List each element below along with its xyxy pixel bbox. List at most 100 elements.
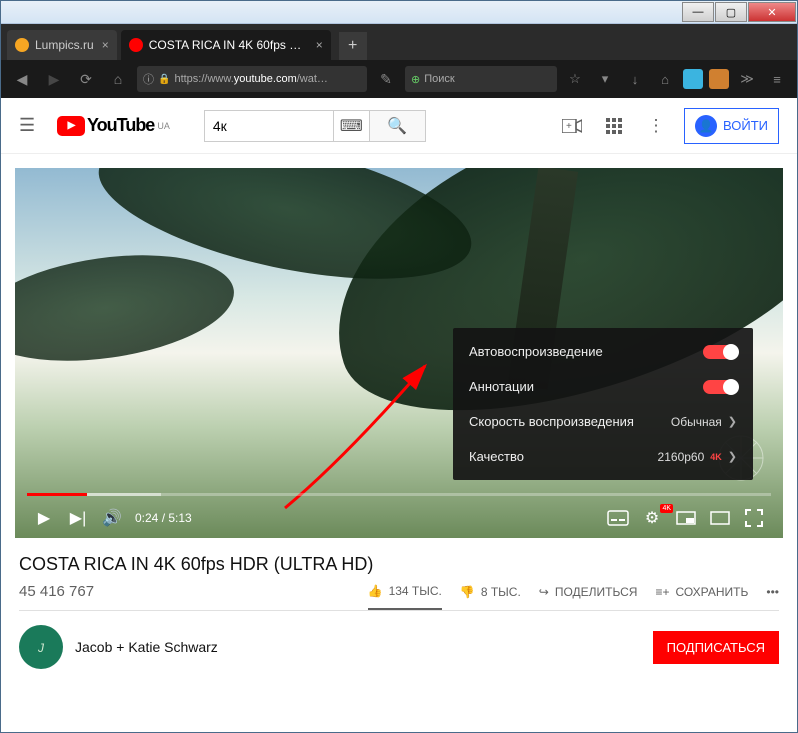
subtitles-button[interactable] [601, 510, 635, 526]
chevron-right-icon: ❯ [728, 415, 737, 428]
theater-mode-button[interactable] [703, 511, 737, 525]
quality-row[interactable]: Качество 2160p60 4K ❯ [453, 439, 753, 474]
signin-button[interactable]: 👤 ВОЙТИ [684, 108, 779, 144]
home-button[interactable]: ⌂ [105, 66, 131, 92]
window-titlebar: — ▢ ✕ [1, 1, 797, 24]
reload-button[interactable]: ⟳ [73, 66, 99, 92]
youtube-search-input[interactable] [204, 110, 334, 142]
save-label: СОХРАНИТЬ [675, 585, 748, 599]
annotations-toggle-row[interactable]: Аннотации [453, 369, 753, 404]
url-domain: youtube.com [234, 73, 297, 85]
new-tab-button[interactable]: + [339, 32, 367, 60]
autoplay-toggle-row[interactable]: Автовоспроизведение [453, 334, 753, 369]
menu-button[interactable]: ≡ [765, 67, 789, 91]
home-icon[interactable]: ⌂ [653, 67, 677, 91]
create-video-button[interactable]: + [558, 119, 586, 133]
fullscreen-button[interactable] [737, 509, 771, 527]
dislike-count: 8 ТЫС. [481, 585, 521, 599]
search-button[interactable]: 🔍 [370, 110, 426, 142]
next-button[interactable]: ▶| [61, 508, 95, 528]
play-button[interactable]: ▶ [27, 508, 61, 528]
hamburger-menu-button[interactable]: ☰ [19, 115, 43, 136]
youtube-play-icon: ▶ [57, 116, 85, 136]
browser-tabs-bar: Lumpics.ru × COSTA RICA IN 4K 60fps HD..… [1, 24, 797, 60]
gear-icon: ⚙ [645, 508, 659, 528]
browser-search-input[interactable]: ⊕ Поиск [405, 66, 557, 92]
youtube-search-form: ⌨ 🔍 [204, 110, 426, 142]
seek-bar[interactable] [27, 493, 771, 496]
channel-avatar[interactable]: J [19, 625, 63, 669]
back-button[interactable]: ◀ [9, 66, 35, 92]
time-total: 5:13 [168, 511, 191, 525]
browser-tab[interactable]: Lumpics.ru × [7, 30, 117, 60]
reader-mode-button[interactable]: ✎ [373, 66, 399, 92]
autoplay-toggle[interactable] [703, 345, 737, 359]
tab-close-icon[interactable]: × [316, 38, 323, 52]
extension-shield-icon[interactable] [709, 69, 729, 89]
tab-title: Lumpics.ru [35, 38, 94, 52]
svg-text:J: J [37, 641, 45, 655]
youtube-region: UA [157, 121, 170, 131]
annotations-toggle[interactable] [703, 380, 737, 394]
quality-4k-badge: 4K [710, 452, 722, 462]
volume-button[interactable]: 🔊 [95, 508, 129, 528]
bookmark-button[interactable]: ☆ [563, 67, 587, 91]
pocket-button[interactable]: ▾ [593, 67, 617, 91]
window-minimize-button[interactable]: — [682, 2, 714, 22]
miniplayer-button[interactable] [669, 511, 703, 525]
keyboard-icon[interactable]: ⌨ [334, 110, 370, 142]
video-title: COSTA RICA IN 4K 60fps HDR (ULTRA HD) [19, 554, 779, 575]
tab-favicon [15, 38, 29, 52]
share-button[interactable]: ↪ ПОДЕЛИТЬСЯ [539, 585, 638, 599]
playback-speed-row[interactable]: Скорость воспроизведения Обычная ❯ [453, 404, 753, 439]
browser-tab-active[interactable]: COSTA RICA IN 4K 60fps HD... × [121, 30, 331, 60]
tab-favicon [129, 38, 143, 52]
youtube-logo[interactable]: ▶ YouTube UA [57, 115, 170, 136]
youtube-header: ☰ ▶ YouTube UA ⌨ 🔍 + ⋮ 👤 [1, 98, 797, 154]
share-icon: ↪ [539, 585, 549, 599]
player-controls: ▶ ▶| 🔊 0:24 / 5:13 ⚙ 4K [15, 498, 783, 538]
thumb-up-icon: 👍 [368, 584, 383, 598]
like-count: 134 ТЫС. [389, 584, 442, 598]
window-maximize-button[interactable]: ▢ [715, 2, 747, 22]
quality-value: 2160p60 [658, 450, 705, 464]
video-info: COSTA RICA IN 4K 60fps HDR (ULTRA HD) 45… [1, 538, 797, 683]
speed-value: Обычная [671, 415, 722, 429]
save-icon: ≡+ [655, 585, 669, 599]
browser-address-bar: ◀ ▶ ⟳ ⌂ ⓘ 🔒 https://www.youtube.com/wat…… [1, 60, 797, 98]
url-rest: /wat… [297, 73, 328, 85]
video-stats-row: 45 416 767 👍 134 ТЫС. 👎 8 ТЫС. ↪ ПОДЕЛИТ… [19, 583, 779, 611]
downloads-button[interactable]: ↓ [623, 67, 647, 91]
extension-icon[interactable] [683, 69, 703, 89]
quality-badge: 4K [660, 504, 673, 513]
subscribe-button[interactable]: ПОДПИСАТЬСЯ [653, 631, 779, 664]
lock-icon: 🔒 [158, 74, 170, 85]
seek-played [27, 493, 87, 496]
url-input[interactable]: ⓘ 🔒 https://www.youtube.com/wat… [137, 66, 367, 92]
channel-name[interactable]: Jacob + Katie Schwarz [75, 639, 218, 655]
apps-grid-button[interactable] [600, 118, 628, 134]
site-info-icon[interactable]: ⓘ [143, 71, 154, 87]
view-count: 45 416 767 [19, 583, 94, 600]
quality-label: Качество [469, 449, 524, 464]
search-icon: 🔍 [387, 116, 407, 136]
forward-button[interactable]: ▶ [41, 66, 67, 92]
time-current: 0:24 [135, 511, 158, 525]
autoplay-label: Автовоспроизведение [469, 344, 603, 359]
thumb-down-icon: 👎 [460, 585, 475, 599]
youtube-logo-text: YouTube [87, 115, 154, 136]
player-settings-menu: Автовоспроизведение Аннотации Скорость в… [453, 328, 753, 480]
window-close-button[interactable]: ✕ [748, 2, 796, 22]
like-button[interactable]: 👍 134 ТЫС. [368, 584, 442, 610]
chevron-right-icon: ❯ [728, 450, 737, 463]
tab-close-icon[interactable]: × [102, 38, 109, 52]
settings-button[interactable]: ⋮ [642, 116, 670, 136]
search-engine-icon: ⊕ [411, 73, 420, 86]
time-display: 0:24 / 5:13 [135, 511, 192, 525]
overflow-button[interactable]: ≫ [735, 67, 759, 91]
save-button[interactable]: ≡+ СОХРАНИТЬ [655, 585, 748, 599]
dislike-button[interactable]: 👎 8 ТЫС. [460, 585, 521, 599]
video-player[interactable]: Автовоспроизведение Аннотации Скорость в… [15, 168, 783, 538]
more-actions-button[interactable]: ••• [766, 585, 779, 599]
settings-gear-button[interactable]: ⚙ 4K [635, 508, 669, 528]
